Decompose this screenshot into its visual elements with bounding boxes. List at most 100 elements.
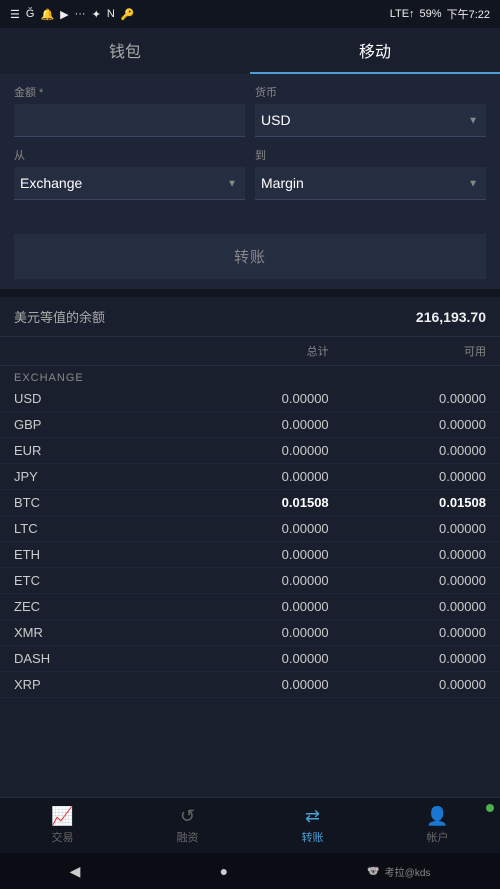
table-row: ZEC 0.00000 0.00000 [0,594,500,620]
amount-currency-row: 金额 * 货币 USD BTC ETH [14,84,486,137]
account-nav-label: 帐户 [427,829,449,845]
row-available: 0.00000 [329,573,486,588]
menu-icon: ☰ [10,8,20,21]
tab-wallet[interactable]: 钱包 [0,28,250,74]
row-available: 0.00000 [329,677,486,692]
nav-item-trade[interactable]: 📈 交易 [0,798,125,853]
android-bar: ◀ ● 🐨 考拉@kds [0,853,500,889]
row-total: 0.00000 [171,521,328,536]
table-row: DASH 0.00000 0.00000 [0,646,500,672]
to-select-wrapper: Margin Exchange [255,167,486,200]
brand-icon: 🐨 [367,866,379,877]
amount-input[interactable] [14,104,245,137]
tab-header: 钱包 移动 [0,28,500,74]
row-available: 0.00000 [329,547,486,562]
table-row: ETC 0.00000 0.00000 [0,568,500,594]
play-icon: ▶ [60,8,68,21]
from-select[interactable]: Exchange Margin [14,167,245,200]
dots-icon: ··· [75,8,86,20]
nav-item-funding[interactable]: ↺ 融资 [125,798,250,853]
nav-item-account[interactable]: 👤 帐户 [375,798,500,853]
back-button[interactable]: ◀ [70,863,81,880]
currency-label: 货币 [255,84,486,100]
table-row: USD 0.00000 0.00000 [0,386,500,412]
col-header-name [14,343,171,359]
col-header-total: 总计 [171,343,328,359]
transfer-button[interactable]: 转账 [14,234,486,279]
row-name: DASH [14,651,171,666]
status-bar: ☰ Ğ 🔔 ▶ ··· ✦ N 🔑 LTE↑ 59% 下午7:22 [0,0,500,28]
row-available: 0.00000 [329,417,486,432]
balance-table: USD 0.00000 0.00000 GBP 0.00000 0.00000 … [0,386,500,698]
row-available: 0.00000 [329,599,486,614]
transfer-btn-wrap: 转账 [0,224,500,289]
row-name: USD [14,391,171,406]
table-row: EUR 0.00000 0.00000 [0,438,500,464]
row-total: 0.00000 [171,651,328,666]
g-icon: Ğ [26,8,35,20]
row-name: GBP [14,417,171,432]
nfc-icon: N [107,8,115,20]
row-total: 0.00000 [171,677,328,692]
balance-label: 美元等值的余额 [14,307,105,326]
from-label: 从 [14,147,245,163]
balance-section: 美元等值的余额 216,193.70 [0,297,500,337]
amount-group: 金额 * [14,84,245,137]
row-name: XMR [14,625,171,640]
row-name: ETH [14,547,171,562]
table-row: LTC 0.00000 0.00000 [0,516,500,542]
home-button[interactable]: ● [220,863,228,879]
section-divider [0,289,500,297]
row-total: 0.00000 [171,443,328,458]
funding-nav-icon: ↺ [180,806,195,827]
row-name: JPY [14,469,171,484]
table-row: BTC 0.01508 0.01508 [0,490,500,516]
row-available: 0.01508 [329,495,486,510]
status-left-icons: ☰ Ğ 🔔 ▶ ··· ✦ N 🔑 [10,8,134,21]
row-available: 0.00000 [329,391,486,406]
row-total: 0.00000 [171,547,328,562]
funding-nav-label: 融资 [177,829,199,845]
currency-group: 货币 USD BTC ETH [255,84,486,137]
bell-icon: 🔔 [40,8,54,21]
to-select[interactable]: Margin Exchange [255,167,486,200]
key-icon: 🔑 [121,8,135,21]
account-nav-icon: 👤 [426,806,448,827]
transfer-nav-icon: ⇄ [305,806,320,827]
status-right-icons: LTE↑ 59% 下午7:22 [390,6,490,22]
row-total: 0.01508 [171,495,328,510]
table-column-headers: 总计 可用 [0,337,500,366]
from-to-row: 从 Exchange Margin 到 Margin Exchange [14,147,486,200]
row-name: XRP [14,677,171,692]
row-total: 0.00000 [171,625,328,640]
row-total: 0.00000 [171,417,328,432]
transfer-nav-label: 转账 [302,829,324,845]
table-row: ETH 0.00000 0.00000 [0,542,500,568]
to-label: 到 [255,147,486,163]
to-group: 到 Margin Exchange [255,147,486,200]
from-select-wrapper: Exchange Margin [14,167,245,200]
table-row: XRP 0.00000 0.00000 [0,672,500,698]
row-name: LTC [14,521,171,536]
bluetooth-icon: ✦ [92,8,101,21]
balance-value: 216,193.70 [416,309,486,325]
trade-nav-icon: 📈 [51,806,73,827]
row-name: ZEC [14,599,171,614]
time-text: 下午7:22 [447,6,490,22]
signal-icon: LTE↑ [390,8,415,20]
account-online-dot [486,804,494,812]
table-row: XMR 0.00000 0.00000 [0,620,500,646]
row-name: ETC [14,573,171,588]
nav-item-transfer[interactable]: ⇄ 转账 [250,798,375,853]
tab-move[interactable]: 移动 [250,28,500,74]
row-available: 0.00000 [329,469,486,484]
row-available: 0.00000 [329,443,486,458]
currency-select[interactable]: USD BTC ETH [255,104,486,137]
battery-text: 59% [420,8,442,20]
form-area: 金额 * 货币 USD BTC ETH 从 Exchange Margin [0,74,500,224]
table-row: JPY 0.00000 0.00000 [0,464,500,490]
row-available: 0.00000 [329,625,486,640]
row-name: BTC [14,495,171,510]
row-name: EUR [14,443,171,458]
exchange-section-label: EXCHANGE [0,366,500,386]
